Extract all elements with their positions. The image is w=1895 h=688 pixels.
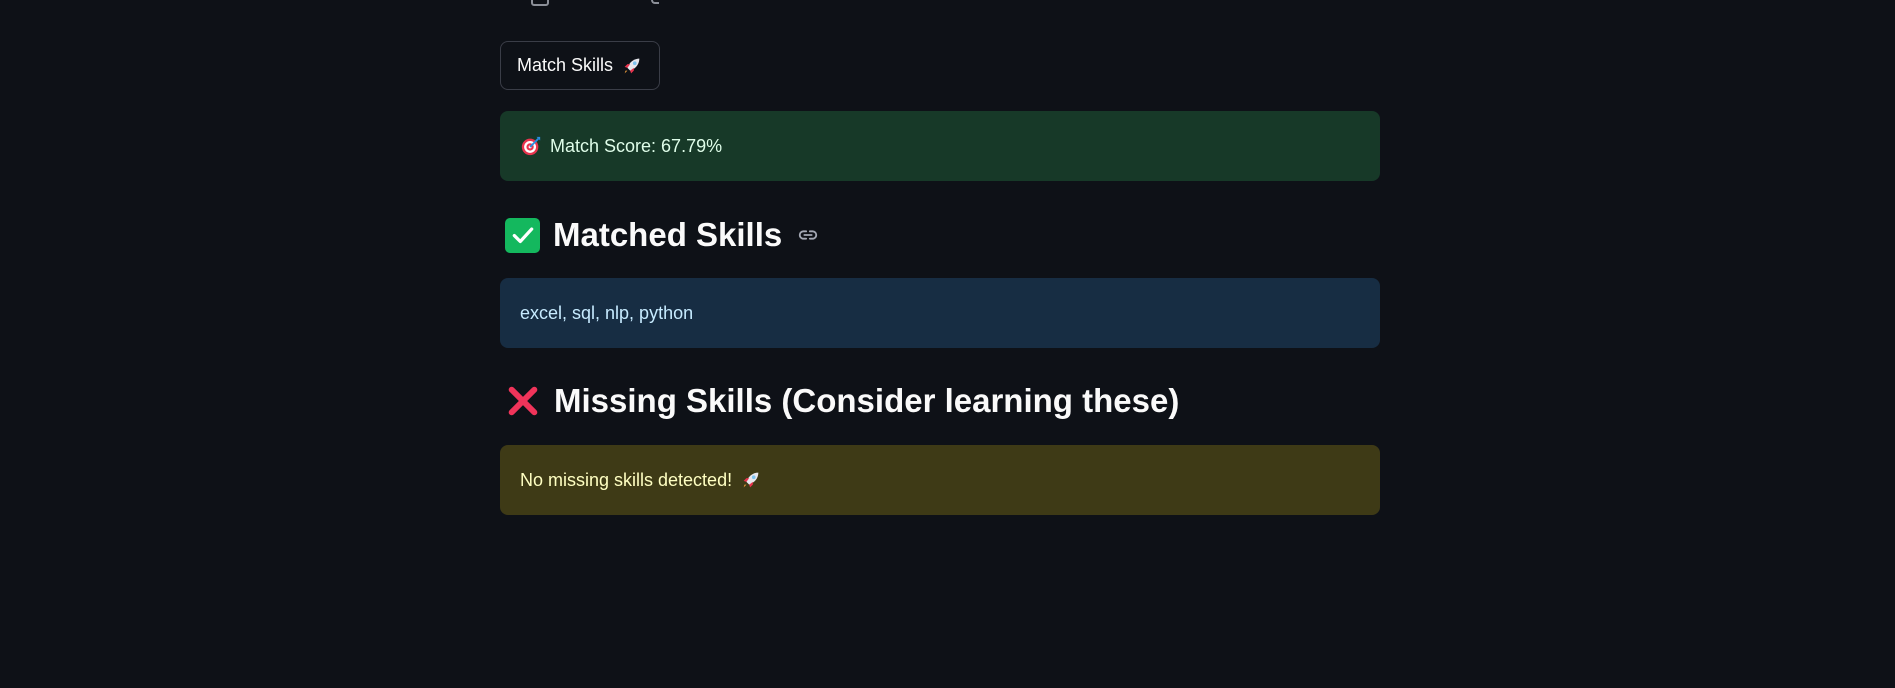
cross-mark-icon: [505, 383, 541, 419]
match-score-alert: Match Score: 67.79%: [500, 111, 1380, 181]
rocket-icon: [740, 469, 762, 491]
checkbox-label-fragment: [651, 0, 659, 4]
match-skills-button-label: Match Skills: [517, 55, 614, 75]
checkbox[interactable]: [531, 0, 549, 6]
matched-skills-alert: excel, sql, nlp, python: [500, 278, 1380, 348]
match-skills-button[interactable]: Match Skills: [500, 41, 661, 90]
matched-skills-title: Matched Skills: [553, 216, 783, 253]
missing-skills-title: Missing Skills (Consider learning these): [554, 382, 1180, 419]
match-score-text: Match Score: 67.79%: [550, 135, 723, 156]
matched-skills-heading: Matched Skills: [505, 216, 819, 254]
link-icon[interactable]: [797, 224, 819, 246]
rocket-icon: [621, 55, 643, 77]
matched-skills-text: excel, sql, nlp, python: [520, 302, 694, 323]
missing-skills-alert: No missing skills detected!: [500, 445, 1380, 515]
missing-skills-heading: Missing Skills (Consider learning these): [505, 382, 1179, 420]
target-icon: [520, 135, 542, 157]
missing-skills-message: No missing skills detected!: [520, 469, 733, 490]
check-mark-icon: [505, 217, 540, 253]
